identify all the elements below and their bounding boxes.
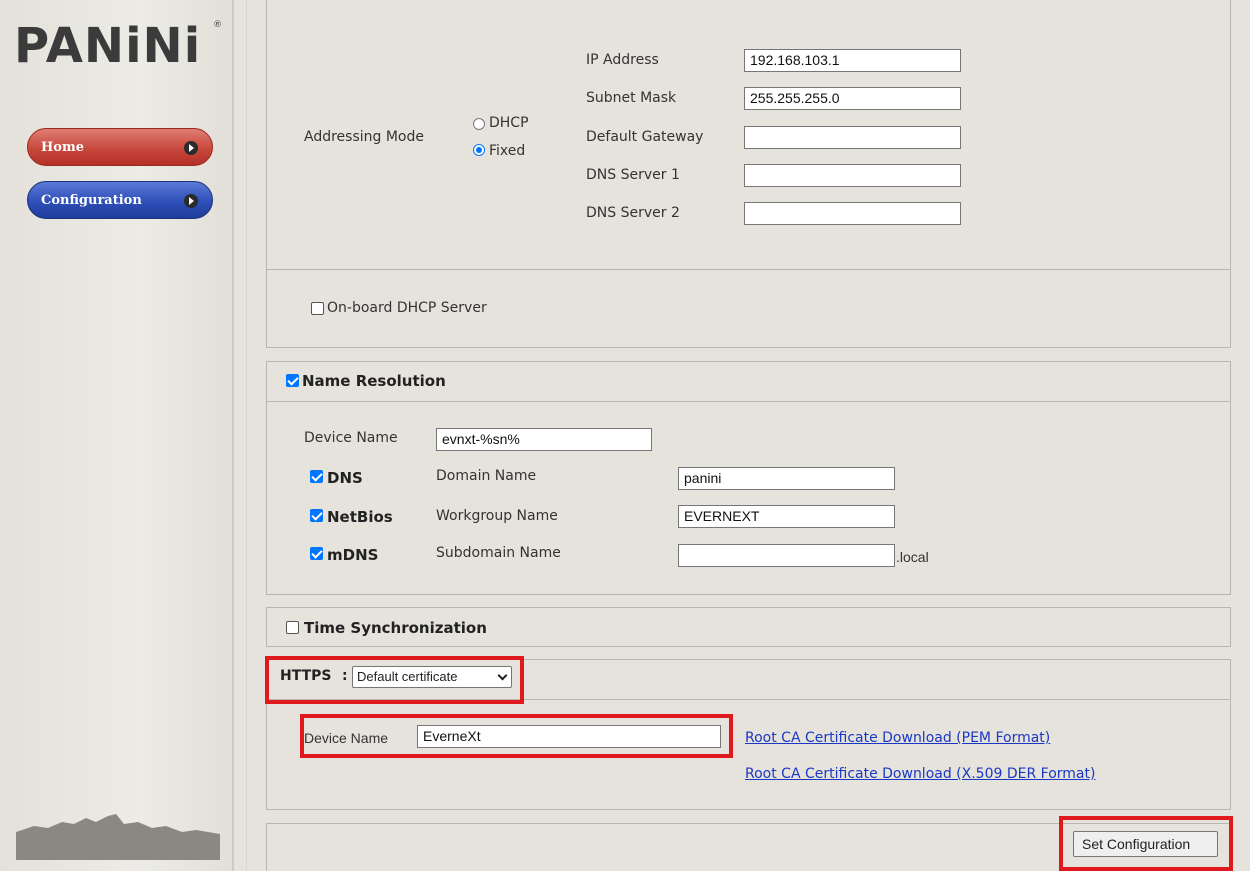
domain-name-label: Domain Name <box>436 468 537 484</box>
nav-configuration-label: Configuration <box>41 193 142 208</box>
arrow-right-icon <box>184 194 198 208</box>
nav-configuration-button[interactable]: Configuration <box>27 181 213 219</box>
ip-address-label: IP Address <box>586 52 659 68</box>
panini-logo: PANiNi <box>14 18 202 74</box>
root-ca-der-download-link[interactable]: Root CA Certificate Download (X.509 DER … <box>745 766 1095 782</box>
panel-divider <box>266 401 1231 402</box>
dns-server-1-label: DNS Server 1 <box>586 167 680 183</box>
subdomain-name-field[interactable] <box>678 544 895 567</box>
netbios-label: NetBios <box>327 508 393 526</box>
panel-divider <box>266 269 1231 270</box>
dns-server-2-label: DNS Server 2 <box>586 205 680 221</box>
highlight-https-select <box>265 656 524 704</box>
ip-address-field[interactable]: 192.168.103.1 <box>744 49 961 72</box>
nav-home-label: Home <box>41 140 84 155</box>
radio-dhcp[interactable] <box>473 118 485 130</box>
name-resolution-title: Name Resolution <box>302 372 446 390</box>
sidebar-divider <box>232 0 234 871</box>
sidebar-divider-inner <box>246 0 247 871</box>
domain-name-field[interactable]: panini <box>678 467 895 490</box>
highlight-https-device-name <box>300 714 733 758</box>
default-gateway-field[interactable] <box>744 126 961 149</box>
addressing-mode-label: Addressing Mode <box>304 129 424 145</box>
dns-server-1-field[interactable] <box>744 164 961 187</box>
radio-fixed-label: Fixed <box>489 143 526 159</box>
registered-mark: ® <box>213 20 222 30</box>
highlight-set-configuration <box>1059 816 1233 871</box>
mdns-checkbox[interactable] <box>310 547 323 560</box>
mountain-decoration <box>16 814 220 860</box>
workgroup-name-label: Workgroup Name <box>436 508 558 524</box>
dhcp-server-checkbox[interactable] <box>311 302 324 315</box>
netbios-checkbox[interactable] <box>310 509 323 522</box>
root-ca-pem-download-link[interactable]: Root CA Certificate Download (PEM Format… <box>745 730 1050 746</box>
subdomain-name-label: Subdomain Name <box>436 545 561 561</box>
name-resolution-checkbox[interactable] <box>286 374 299 387</box>
arrow-right-icon <box>184 141 198 155</box>
radio-dhcp-label: DHCP <box>489 115 529 131</box>
time-sync-title: Time Synchronization <box>304 619 487 637</box>
nav-home-button[interactable]: Home <box>27 128 213 166</box>
dns-label: DNS <box>327 469 363 487</box>
dns-checkbox[interactable] <box>310 470 323 483</box>
default-gateway-label: Default Gateway <box>586 129 704 145</box>
radio-fixed[interactable] <box>473 144 485 156</box>
local-suffix: .local <box>896 549 929 565</box>
mdns-label: mDNS <box>327 546 379 564</box>
time-sync-checkbox[interactable] <box>286 621 299 634</box>
dhcp-server-label: On-board DHCP Server <box>327 300 487 316</box>
dns-server-2-field[interactable] <box>744 202 961 225</box>
device-name-field[interactable]: evnxt-%sn% <box>436 428 652 451</box>
device-name-label: Device Name <box>304 430 398 446</box>
subnet-mask-field[interactable]: 255.255.255.0 <box>744 87 961 110</box>
subnet-mask-label: Subnet Mask <box>586 90 677 106</box>
workgroup-name-field[interactable]: EVERNEXT <box>678 505 895 528</box>
